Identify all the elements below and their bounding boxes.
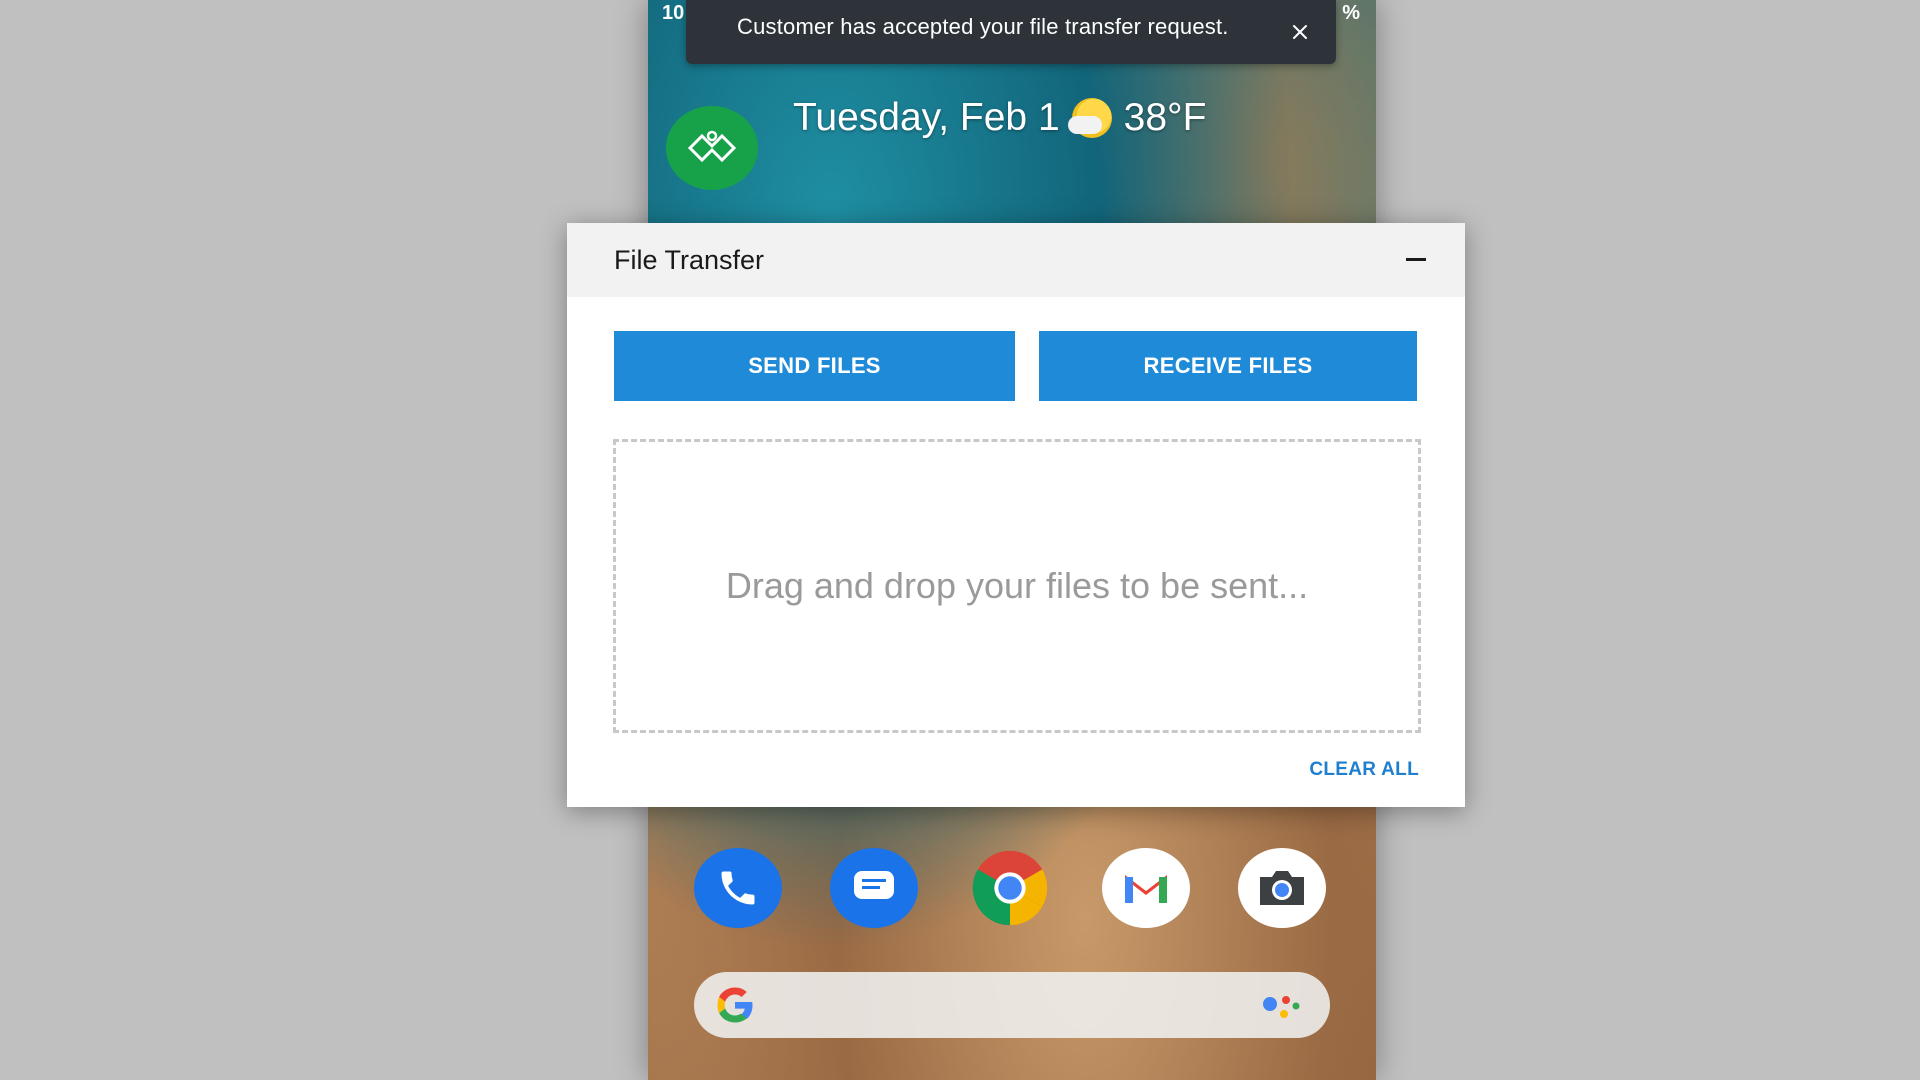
weather-widget[interactable]: Tuesday, Feb 1 38°F: [793, 96, 1206, 140]
messages-icon[interactable]: [830, 848, 918, 928]
google-assistant-icon: [1263, 996, 1300, 1018]
weather-date: Tuesday, Feb 1: [793, 96, 1060, 139]
file-drop-zone[interactable]: Drag and drop your files to be sent...: [613, 439, 1421, 733]
phone-icon[interactable]: [694, 848, 782, 928]
remote-session-viewer: 10 % Tuesday, Feb 1 38°F Customer has ac…: [0, 0, 1920, 1080]
minimize-button[interactable]: [1397, 241, 1433, 277]
status-bar-time: 10: [662, 2, 685, 24]
file-transfer-dialog: File Transfer SEND FILES RECEIVE FILES D…: [567, 223, 1465, 807]
send-files-button[interactable]: SEND FILES: [614, 331, 1015, 401]
handshake-icon: [687, 130, 737, 163]
remote-support-app-icon[interactable]: [666, 106, 758, 190]
close-icon[interactable]: [1288, 20, 1312, 44]
weather-temperature: 38°F: [1123, 96, 1207, 139]
minimize-icon: [1406, 258, 1426, 261]
google-search-bar[interactable]: [694, 972, 1330, 1038]
toast-message: Customer has accepted your file transfer…: [737, 14, 1229, 39]
partly-cloudy-icon: [1067, 98, 1112, 138]
receive-files-button[interactable]: RECEIVE FILES: [1039, 331, 1417, 401]
chrome-icon[interactable]: [966, 848, 1054, 928]
notification-toast: Customer has accepted your file transfer…: [686, 0, 1336, 64]
app-dock: [694, 848, 1334, 928]
dialog-title: File Transfer: [614, 245, 765, 275]
dialog-header[interactable]: File Transfer: [567, 223, 1465, 297]
clear-all-link[interactable]: CLEAR ALL: [1309, 759, 1419, 781]
gmail-icon[interactable]: [1102, 848, 1190, 928]
status-bar-battery: %: [1342, 2, 1360, 24]
camera-icon[interactable]: [1238, 848, 1326, 928]
drop-zone-placeholder: Drag and drop your files to be sent...: [725, 565, 1309, 606]
google-g-icon: [717, 987, 753, 1023]
